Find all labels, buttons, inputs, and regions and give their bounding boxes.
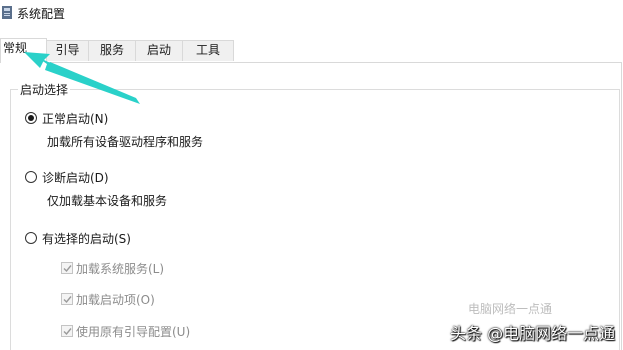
use-original-boot-config-checkbox[interactable] (61, 325, 73, 337)
watermark-small: 电脑网络一点通 (468, 302, 553, 316)
title-bar: 系统配置 (0, 0, 623, 28)
checkmark-icon (63, 265, 72, 273)
system-config-icon (2, 6, 12, 19)
startup-selection-legend: 启动选择 (18, 81, 71, 98)
tab-tools[interactable]: 工具 (182, 40, 234, 61)
window-title: 系统配置 (17, 7, 66, 21)
checkmark-icon (63, 328, 72, 336)
tab-services[interactable]: 服务 (88, 40, 136, 61)
tab-boot[interactable]: 引导 (46, 40, 89, 61)
diagnostic-startup-label[interactable]: 诊断启动(D) (42, 169, 109, 186)
normal-startup-description: 加载所有设备驱动程序和服务 (47, 135, 204, 149)
watermark-big: 头条 @电脑网络一点通 (450, 324, 616, 343)
diagnostic-startup-radio[interactable] (25, 171, 37, 183)
load-startup-items-label: 加载启动项(O) (76, 293, 155, 307)
tab-general[interactable]: 常规 (0, 38, 47, 63)
selective-startup-label[interactable]: 有选择的启动(S) (42, 230, 131, 247)
use-original-boot-config-label: 使用原有引导配置(U) (76, 325, 191, 339)
tab-strip: 常规 引导 服务 启动 工具 (0, 38, 623, 63)
diagnostic-startup-description: 仅加载基本设备和服务 (47, 194, 168, 208)
selective-startup-radio[interactable] (25, 232, 37, 244)
normal-startup-radio[interactable] (25, 112, 37, 124)
normal-startup-label[interactable]: 正常启动(N) (42, 110, 108, 127)
load-system-services-label: 加载系统服务(L) (76, 262, 165, 276)
load-system-services-checkbox[interactable] (61, 262, 73, 274)
checkmark-icon (63, 296, 72, 304)
tab-startup[interactable]: 启动 (135, 40, 183, 61)
load-startup-items-checkbox[interactable] (61, 293, 73, 305)
